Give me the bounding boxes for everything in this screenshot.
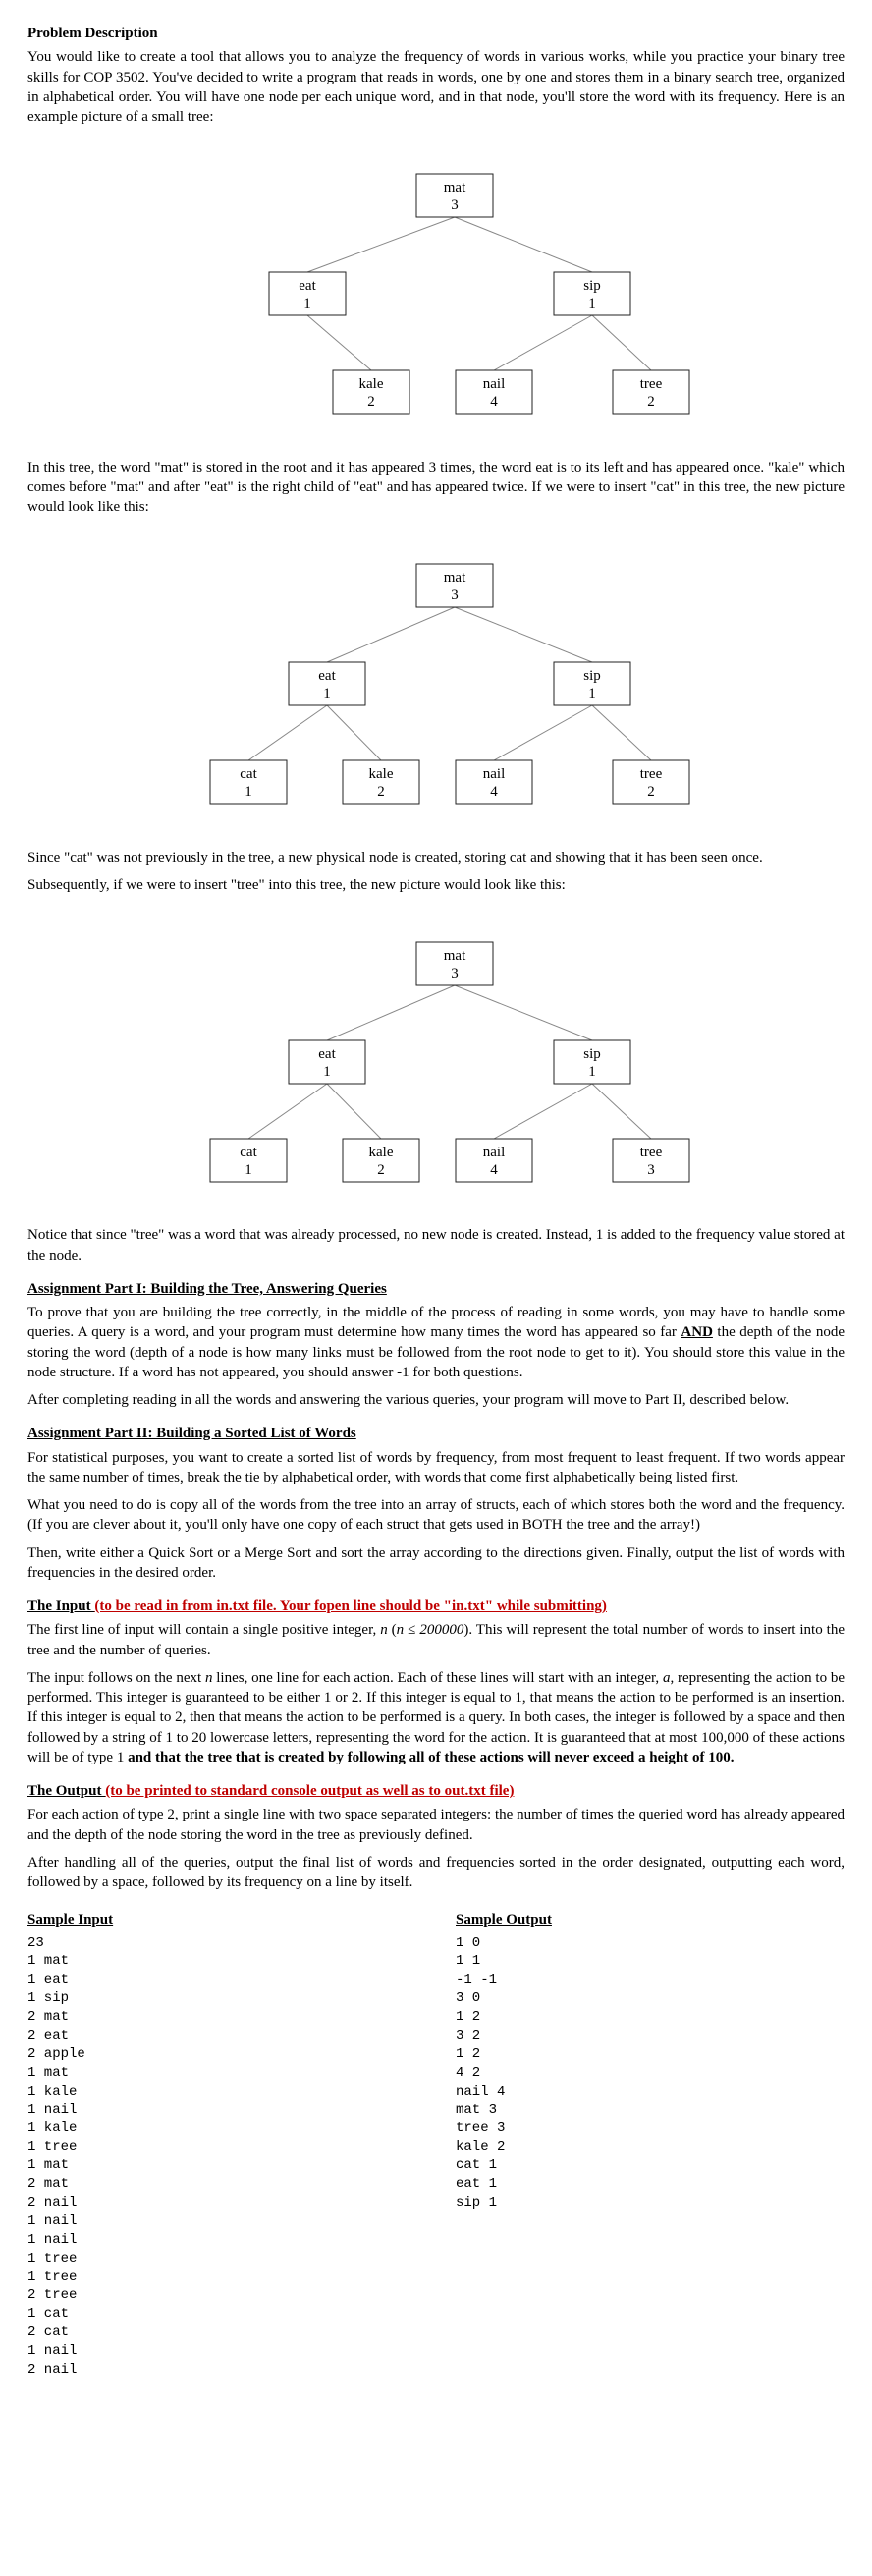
svg-text:2: 2 bbox=[647, 784, 655, 800]
svg-text:eat: eat bbox=[318, 668, 336, 684]
text: ( bbox=[388, 1622, 397, 1638]
bold-constraint: and that the tree that is created by fol… bbox=[128, 1750, 734, 1765]
svg-text:mat: mat bbox=[444, 180, 466, 196]
svg-text:tree: tree bbox=[640, 376, 663, 392]
tree-diagram-3: mat 3 eat 1 sip 1 cat 1 kale 2 nail 4 tree 3 bbox=[27, 913, 845, 1204]
part2-paragraph-3: Then, write either a Quick Sort or a Mer… bbox=[27, 1543, 845, 1584]
sample-row: Sample Input 23 1 mat 1 eat 1 sip 2 mat … bbox=[27, 1910, 845, 2380]
input-heading-note: (to be read in from in.txt file. Your fo… bbox=[94, 1598, 607, 1614]
svg-text:1: 1 bbox=[588, 686, 596, 701]
sample-input-heading: Sample Input bbox=[27, 1910, 416, 1930]
input-paragraph-1: The first line of input will contain a s… bbox=[27, 1620, 845, 1660]
part1-paragraph-1: To prove that you are building the tree … bbox=[27, 1303, 845, 1382]
svg-text:tree: tree bbox=[640, 766, 663, 782]
output-heading: The Output (to be printed to standard co… bbox=[27, 1781, 845, 1801]
svg-text:1: 1 bbox=[323, 686, 331, 701]
sample-output-column: Sample Output 1 0 1 1 -1 -1 3 0 1 2 3 2 … bbox=[456, 1910, 845, 2380]
svg-text:4: 4 bbox=[490, 394, 498, 410]
part2-paragraph-1: For statistical purposes, you want to cr… bbox=[27, 1448, 845, 1488]
svg-text:3: 3 bbox=[451, 588, 459, 603]
page-title: Problem Description bbox=[27, 24, 845, 43]
output-paragraph-1: For each action of type 2, print a singl… bbox=[27, 1805, 845, 1845]
paragraph-after-tree3: Notice that since "tree" was a word that… bbox=[27, 1225, 845, 1265]
text: The first line of input will contain a s… bbox=[27, 1622, 380, 1638]
svg-text:nail: nail bbox=[483, 766, 506, 782]
svg-text:sip: sip bbox=[583, 278, 601, 294]
svg-text:2: 2 bbox=[647, 394, 655, 410]
paragraph-after-tree1: In this tree, the word "mat" is stored i… bbox=[27, 458, 845, 518]
part1-heading: Assignment Part I: Building the Tree, An… bbox=[27, 1279, 845, 1299]
svg-text:3: 3 bbox=[451, 966, 459, 981]
svg-text:1: 1 bbox=[245, 1162, 252, 1178]
svg-text:2: 2 bbox=[377, 784, 385, 800]
sample-output-text: 1 0 1 1 -1 -1 3 0 1 2 3 2 1 2 4 2 nail 4… bbox=[456, 1934, 845, 2212]
text: lines, one line for each action. Each of… bbox=[212, 1670, 662, 1686]
text: The input follows on the next bbox=[27, 1670, 205, 1686]
svg-text:1: 1 bbox=[588, 296, 596, 311]
constraint-n: n ≤ 200000 bbox=[397, 1622, 464, 1638]
svg-text:eat: eat bbox=[318, 1046, 336, 1062]
input-heading: The Input (to be read in from in.txt fil… bbox=[27, 1596, 845, 1616]
svg-text:eat: eat bbox=[299, 278, 316, 294]
intro-paragraph: You would like to create a tool that all… bbox=[27, 47, 845, 127]
input-heading-label: The Input bbox=[27, 1598, 94, 1614]
tree-diagram-2: mat 3 eat 1 sip 1 cat 1 kale 2 nail 4 tree 2 bbox=[27, 534, 845, 825]
svg-text:nail: nail bbox=[483, 1145, 506, 1160]
sample-input-text: 23 1 mat 1 eat 1 sip 2 mat 2 eat 2 apple… bbox=[27, 1934, 416, 2380]
svg-text:4: 4 bbox=[490, 1162, 498, 1178]
part1-paragraph-2: After completing reading in all the word… bbox=[27, 1390, 845, 1410]
part2-paragraph-2: What you need to do is copy all of the w… bbox=[27, 1495, 845, 1536]
svg-text:1: 1 bbox=[303, 296, 311, 311]
svg-text:mat: mat bbox=[444, 570, 466, 586]
tree-diagram-1: mat3 eat 1 sip 1 kale 2 nail 4 tree 2 bbox=[27, 144, 845, 435]
svg-text:1: 1 bbox=[245, 784, 252, 800]
sample-output-heading: Sample Output bbox=[456, 1910, 845, 1930]
svg-text:3: 3 bbox=[647, 1162, 655, 1178]
svg-text:kale: kale bbox=[359, 376, 384, 392]
svg-text:cat: cat bbox=[240, 766, 257, 782]
emphasized-and: AND bbox=[681, 1324, 713, 1340]
output-paragraph-2: After handling all of the queries, outpu… bbox=[27, 1853, 845, 1893]
svg-text:nail: nail bbox=[483, 376, 506, 392]
paragraph-after-tree2-b: Subsequently, if we were to insert "tree… bbox=[27, 875, 845, 895]
svg-text:1: 1 bbox=[323, 1064, 331, 1080]
part2-heading: Assignment Part II: Building a Sorted Li… bbox=[27, 1424, 845, 1443]
output-heading-label: The Output bbox=[27, 1783, 105, 1799]
svg-text:sip: sip bbox=[583, 1046, 601, 1062]
svg-text:2: 2 bbox=[377, 1162, 385, 1178]
svg-text:cat: cat bbox=[240, 1145, 257, 1160]
output-heading-note: (to be printed to standard console outpu… bbox=[105, 1783, 514, 1799]
svg-text:kale: kale bbox=[369, 766, 394, 782]
sample-input-column: Sample Input 23 1 mat 1 eat 1 sip 2 mat … bbox=[27, 1910, 416, 2380]
svg-text:tree: tree bbox=[640, 1145, 663, 1160]
svg-text:2: 2 bbox=[367, 394, 375, 410]
paragraph-after-tree2-a: Since "cat" was not previously in the tr… bbox=[27, 848, 845, 868]
svg-text:4: 4 bbox=[490, 784, 498, 800]
var-n: n bbox=[380, 1622, 388, 1638]
input-paragraph-2: The input follows on the next n lines, o… bbox=[27, 1668, 845, 1767]
svg-text:1: 1 bbox=[588, 1064, 596, 1080]
svg-text:kale: kale bbox=[369, 1145, 394, 1160]
svg-text:3: 3 bbox=[451, 197, 459, 213]
svg-text:sip: sip bbox=[583, 668, 601, 684]
svg-text:mat: mat bbox=[444, 948, 466, 964]
